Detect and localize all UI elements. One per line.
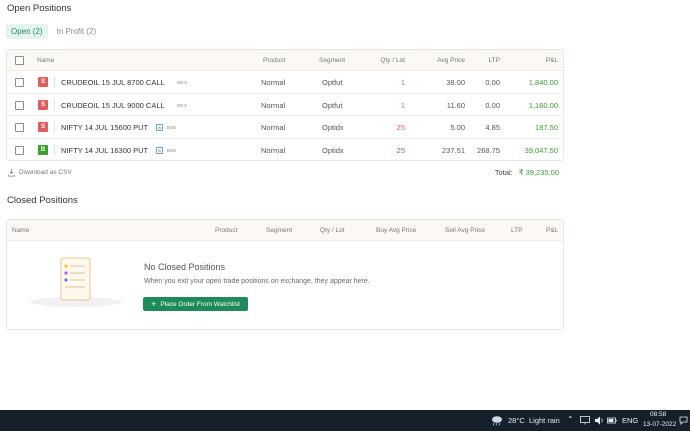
total-value: ₹ 39,235.00 [518,168,559,177]
clock-time[interactable]: 08:58 [650,411,666,418]
place-order-from-watchlist-button[interactable]: + Place Order From Watchlist [143,297,248,311]
pl: 187.50 [535,123,558,133]
col-segment[interactable]: Segment [319,57,345,64]
col-ltp[interactable]: LTP [489,57,500,64]
position-tabs: Open (2) In Profit (2) [6,24,101,39]
row-checkbox[interactable] [15,123,24,133]
col-pl[interactable]: P&L [546,57,558,64]
col-name[interactable]: Name [37,57,54,64]
product: Normal [261,123,286,133]
ltp: 0.00 [485,78,500,87]
pl: 1,840.00 [528,78,558,87]
download-csv-label: Download as CSV [19,169,72,176]
closed-positions-table: Name Product Segment Qty / Lot Buy Avg P… [6,219,564,330]
open-positions-table: Name Product Segment Qty / Lot Avg Price… [6,49,564,161]
watchlist-icon[interactable]: w [156,147,163,155]
exchange-label: NSE [167,148,177,154]
qty: 25 [396,146,405,156]
qty: 1 [400,100,405,110]
product: Normal [261,100,286,110]
col-segment[interactable]: Segment [266,227,292,234]
avg-price: 38.00 [446,78,465,87]
language-indicator[interactable]: ENG [622,416,638,425]
product: Normal [261,78,286,87]
tab-open[interactable]: Open (2) [6,24,48,39]
row-checkbox[interactable] [15,100,24,110]
col-qty[interactable]: Qty / Lot [380,57,405,64]
button-label: Place Order From Watchlist [160,300,240,308]
divider [54,144,55,157]
taskbar: 28°C Light rain ⌃ ENG 08:58 13-07-2022 [0,410,690,431]
instrument-name: NIFTY 14 JUL 16300 PUT [61,146,149,156]
closed-positions-title: Closed Positions [7,195,78,206]
sell-badge: S [38,77,48,87]
plus-icon: + [151,298,157,309]
sell-badge: S [38,99,48,110]
clock-date[interactable]: 13-07-2022 [643,421,676,428]
col-buy-avg-price[interactable]: Buy Avg Price [376,227,416,234]
instrument-name: NIFTY 14 JUL 15600 PUT [61,123,149,133]
col-sell-avg-price[interactable]: Sell Avg Price [445,227,485,234]
divider [54,98,55,111]
speaker-icon[interactable] [594,416,604,425]
segment: Optfut [322,100,343,110]
col-avg-price[interactable]: Avg Price [437,57,465,64]
ltp: 4.85 [485,123,500,133]
segment: Optidx [322,146,344,156]
ltp: 0.00 [485,100,500,110]
total-pl: Total: ₹ 39,235.00 [495,168,559,177]
qty: 25 [396,123,405,133]
product: Normal [261,146,286,156]
empty-document-illustration [30,257,122,307]
col-product[interactable]: Product [215,227,237,234]
table-row[interactable]: S CRUDEOIL 15 JUL 9000 CALL MCX Normal O… [7,94,563,117]
col-ltp[interactable]: LTP [511,227,522,234]
weather-condition[interactable]: Light rain [529,416,560,425]
divider [54,76,55,88]
network-icon[interactable] [580,416,590,425]
row-checkbox[interactable] [15,146,24,156]
exchange-label: MCX [177,80,187,85]
exchange-label: MCX [177,102,187,108]
table-header: Name Product Segment Qty / Lot Avg Price… [7,50,563,71]
select-all-checkbox[interactable] [15,56,24,65]
exchange-label: NSE [167,125,177,131]
rain-cloud-icon [492,416,502,426]
avg-price: 237.51 [442,146,465,156]
col-name[interactable]: Name [12,227,29,234]
instrument-name: CRUDEOIL 15 JUL 8700 CALL [61,78,165,87]
col-product[interactable]: Product [263,57,285,64]
col-pl[interactable]: P&L [546,227,558,234]
table-header: Name Product Segment Qty / Lot Buy Avg P… [7,220,563,241]
weather-temperature[interactable]: 28°C [508,416,525,425]
row-checkbox[interactable] [15,78,24,87]
segment: Optidx [322,123,344,133]
sell-badge: S [38,122,48,133]
pl: 1,160.00 [528,100,558,110]
pl: 39,047.50 [524,146,558,156]
empty-state-text: When you exit your open trade positions … [144,278,370,285]
table-row[interactable]: S CRUDEOIL 15 JUL 8700 CALL MCX Normal O… [7,71,563,94]
table-row[interactable]: S NIFTY 14 JUL 15600 PUT w NSE Normal Op… [7,116,563,140]
chevron-up-icon[interactable]: ⌃ [567,415,574,424]
qty: 1 [400,78,405,87]
watchlist-icon[interactable]: w [156,124,163,132]
tab-in-profit[interactable]: In Profit (2) [52,24,102,39]
table-row[interactable]: B NIFTY 14 JUL 16300 PUT w NSE Normal Op… [7,139,563,162]
col-qty[interactable]: Qty / Lot [320,227,345,234]
download-icon [7,168,16,177]
download-csv-link[interactable]: Download as CSV [7,168,72,177]
avg-price: 11.60 [446,100,465,110]
segment: Optfut [322,78,343,87]
instrument-name: CRUDEOIL 15 JUL 9000 CALL [61,100,165,110]
divider [54,121,55,134]
avg-price: 5.00 [450,123,465,133]
battery-icon[interactable] [607,416,617,425]
buy-badge: B [38,145,48,156]
empty-state-title: No Closed Positions [144,262,226,272]
open-positions-title: Open Positions [7,3,72,14]
total-label: Total: [494,168,513,177]
ltp: 268.75 [477,146,500,156]
notification-icon[interactable] [679,416,688,425]
